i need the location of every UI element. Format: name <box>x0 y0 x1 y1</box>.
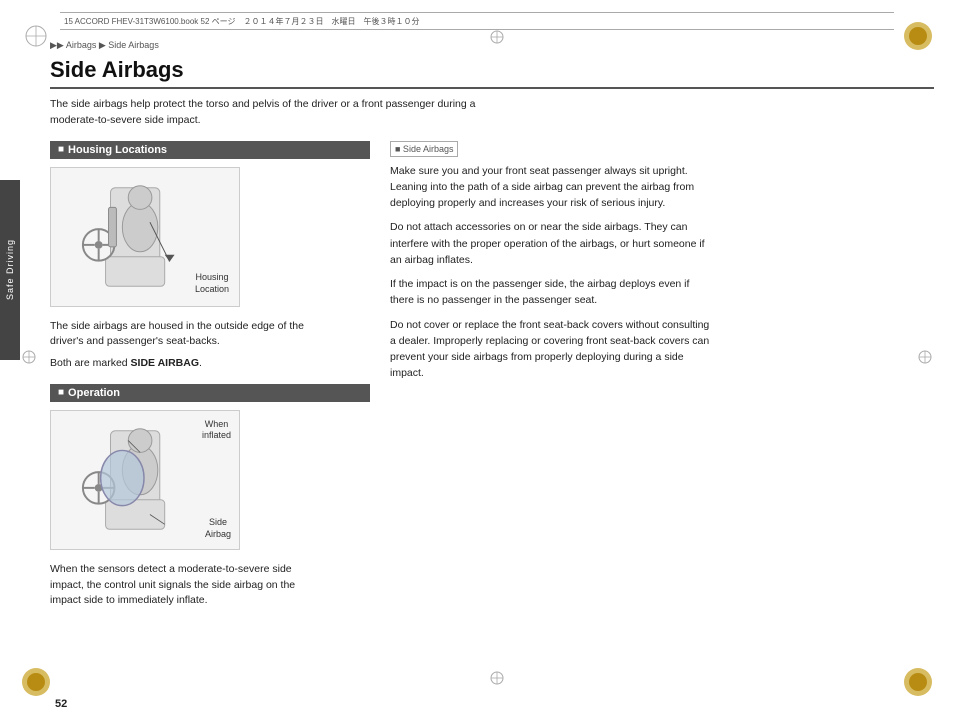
page-title: Side Airbags <box>50 57 934 89</box>
warning-para-1: Make sure you and your front seat passen… <box>390 163 710 212</box>
breadcrumb: ▶▶ Airbags ▶ Side Airbags <box>50 40 934 51</box>
page-number: 52 <box>55 698 67 710</box>
header-file-info: 15 ACCORD FHEV-31T3W6100.book 52 ページ ２０１… <box>64 16 419 27</box>
warning-header: ■ Side Airbags <box>390 141 458 157</box>
left-column: Housing Locations <box>50 141 370 610</box>
housing-description: The side airbags are housed in the outsi… <box>50 319 310 351</box>
housing-section-header: Housing Locations <box>50 141 370 159</box>
housing-text-block: The side airbags are housed in the outsi… <box>50 319 370 372</box>
side-airbag-label: SideAirbag <box>205 517 231 540</box>
warning-para-3: If the impact is on the passenger side, … <box>390 276 710 309</box>
housing-section-title: Housing Locations <box>68 144 167 156</box>
right-column: ■ Side Airbags Make sure you and your fr… <box>390 141 934 610</box>
header-bar: 15 ACCORD FHEV-31T3W6100.book 52 ページ ２０１… <box>60 12 894 30</box>
sidebar-tab-label: Safe Driving <box>5 239 15 300</box>
housing-location-label: HousingLocation <box>195 272 229 295</box>
operation-section-header: Operation <box>50 384 370 402</box>
breadcrumb-text: ▶▶ Airbags ▶ Side Airbags <box>50 40 159 50</box>
sidebar-tab: Safe Driving <box>0 180 20 360</box>
warning-para-4: Do not cover or replace the front seat-b… <box>390 317 710 382</box>
operation-description: When the sensors detect a moderate-to-se… <box>50 562 310 609</box>
operation-section-title: Operation <box>68 387 120 399</box>
housing-note-text: Both are marked <box>50 357 131 369</box>
when-inflated-label: Wheninflated <box>202 419 231 442</box>
main-content: ▶▶ Airbags ▶ Side Airbags Side Airbags T… <box>20 40 934 678</box>
operation-diagram: Wheninflated SideAirbag <box>50 410 240 550</box>
warning-text: Make sure you and your front seat passen… <box>390 163 710 382</box>
warning-para-2: Do not attach accessories on or near the… <box>390 219 710 268</box>
operation-text-block: When the sensors detect a moderate-to-se… <box>50 562 370 609</box>
housing-note: Both are marked SIDE AIRBAG. <box>50 356 310 372</box>
two-col-layout: Housing Locations <box>50 141 934 610</box>
housing-bold-note: SIDE AIRBAG <box>131 357 199 369</box>
housing-diagram: HousingLocation <box>50 167 240 307</box>
intro-text: The side airbags help protect the torso … <box>50 97 510 129</box>
